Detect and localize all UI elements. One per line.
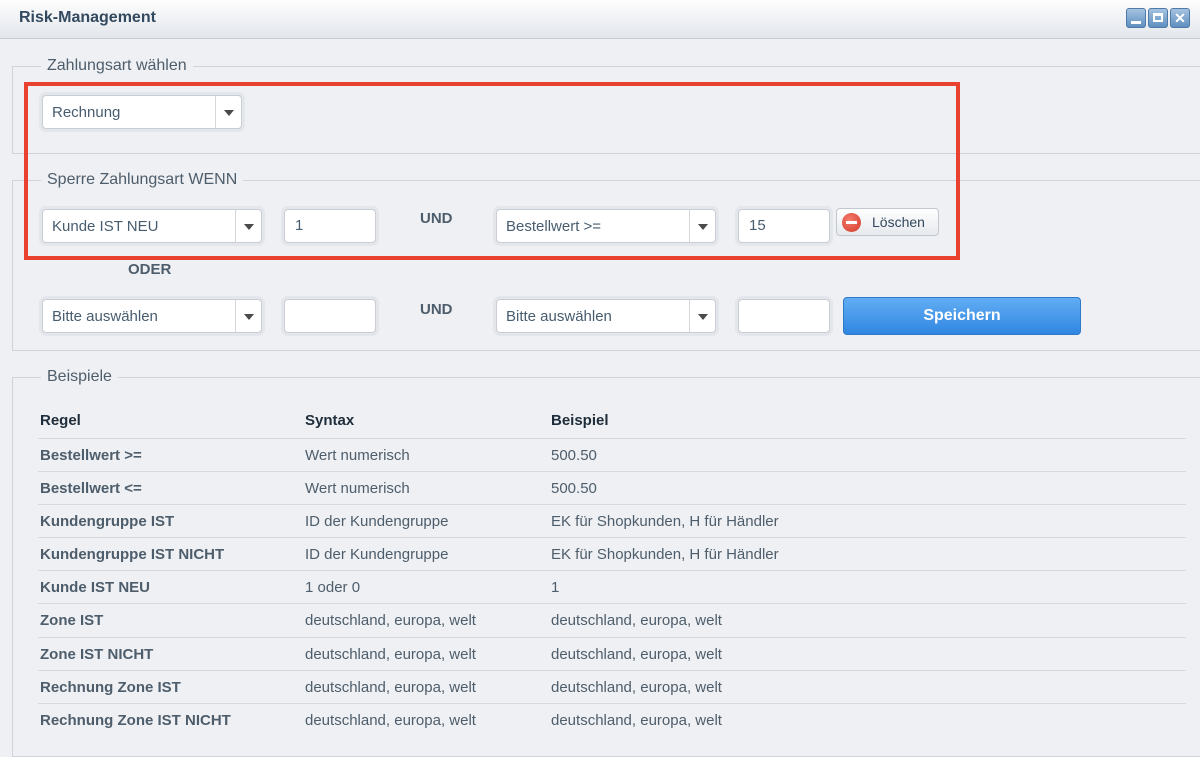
syntax-cell: 1 oder 0 bbox=[305, 579, 361, 596]
table-row: Kundengruppe IST ID der Kundengruppe EK … bbox=[38, 504, 1186, 538]
chevron-down-icon bbox=[689, 300, 715, 332]
rule2-condition1-select[interactable]: Bitte auswählen bbox=[42, 299, 262, 333]
rule-cell: Kundengruppe IST bbox=[40, 513, 175, 530]
table-row: Rechnung Zone IST deutschland, europa, w… bbox=[38, 670, 1186, 704]
example-cell: EK für Shopkunden, H für Händler bbox=[551, 546, 779, 563]
example-cell: deutschland, europa, welt bbox=[551, 679, 722, 696]
table-row: Bestellwert <= Wert numerisch 500.50 bbox=[38, 471, 1186, 505]
syntax-cell: ID der Kundengruppe bbox=[305, 513, 449, 530]
minimize-button[interactable] bbox=[1126, 8, 1146, 28]
syntax-cell: deutschland, europa, welt bbox=[305, 679, 476, 696]
rule1-condition2-select[interactable]: Bestellwert >= bbox=[496, 209, 716, 243]
block-rules-legend: Sperre Zahlungsart WENN bbox=[41, 170, 244, 190]
example-cell: EK für Shopkunden, H für Händler bbox=[551, 513, 779, 530]
rule2-value2-input[interactable] bbox=[738, 299, 830, 333]
table-row: Zone IST NICHT deutschland, europa, welt… bbox=[38, 637, 1186, 671]
table-row: Kunde IST NEU 1 oder 0 1 bbox=[38, 570, 1186, 604]
syntax-cell: deutschland, europa, welt bbox=[305, 646, 476, 663]
rule2-condition2-value: Bitte auswählen bbox=[506, 308, 612, 325]
payment-method-select[interactable]: Rechnung bbox=[42, 95, 242, 129]
close-button[interactable]: ✕ bbox=[1170, 8, 1190, 28]
chevron-down-icon bbox=[215, 96, 241, 128]
examples-legend: Beispiele bbox=[41, 367, 118, 387]
rule-cell: Zone IST NICHT bbox=[40, 646, 154, 663]
table-row: Zone IST deutschland, europa, welt deuts… bbox=[38, 603, 1186, 637]
syntax-cell: ID der Kundengruppe bbox=[305, 546, 449, 563]
chevron-down-icon bbox=[689, 210, 715, 242]
examples-header-example: Beispiel bbox=[551, 412, 609, 429]
rule-cell: Rechnung Zone IST bbox=[40, 679, 181, 696]
rule2-condition2-select[interactable]: Bitte auswählen bbox=[496, 299, 716, 333]
example-cell: 500.50 bbox=[551, 480, 597, 497]
example-cell: deutschland, europa, welt bbox=[551, 712, 722, 729]
rule2-condition1-value: Bitte auswählen bbox=[52, 308, 158, 325]
syntax-cell: deutschland, europa, welt bbox=[305, 612, 476, 629]
example-cell: deutschland, europa, welt bbox=[551, 612, 722, 629]
rule-cell: Kundengruppe IST NICHT bbox=[40, 546, 225, 563]
rule-cell: Rechnung Zone IST NICHT bbox=[40, 712, 231, 729]
close-icon: ✕ bbox=[1174, 10, 1186, 26]
syntax-cell: Wert numerisch bbox=[305, 480, 410, 497]
rule2-and-label: UND bbox=[420, 301, 453, 318]
maximize-icon bbox=[1153, 13, 1163, 22]
rule-cell: Kunde IST NEU bbox=[40, 579, 151, 596]
rule-cell: Bestellwert >= bbox=[40, 447, 142, 464]
delete-rule-label: Löschen bbox=[872, 214, 925, 230]
rule1-and-label: UND bbox=[420, 210, 453, 227]
chevron-down-icon bbox=[235, 210, 261, 242]
example-cell: 1 bbox=[551, 579, 560, 596]
example-cell: 500.50 bbox=[551, 447, 597, 464]
or-label: ODER bbox=[128, 261, 172, 278]
rule1-value2-input[interactable]: 15 bbox=[738, 209, 830, 243]
maximize-button[interactable] bbox=[1148, 8, 1168, 28]
rule1-value1-input[interactable]: 1 bbox=[284, 209, 376, 243]
syntax-cell: Wert numerisch bbox=[305, 447, 410, 464]
minus-circle-icon bbox=[842, 213, 861, 232]
rule1-condition1-select[interactable]: Kunde IST NEU bbox=[42, 209, 262, 243]
rule1-condition2-value: Bestellwert >= bbox=[506, 218, 602, 235]
window-title: Risk-Management bbox=[19, 9, 156, 26]
chevron-down-icon bbox=[235, 300, 261, 332]
rule-cell: Zone IST bbox=[40, 612, 104, 629]
table-row: Bestellwert >= Wert numerisch 500.50 bbox=[38, 438, 1186, 472]
save-button[interactable]: Speichern bbox=[843, 297, 1081, 335]
examples-header-rule: Regel bbox=[40, 412, 81, 429]
minimize-icon bbox=[1131, 21, 1141, 24]
window-titlebar: Risk-Management ✕ bbox=[0, 0, 1200, 39]
table-row: Rechnung Zone IST NICHT deutschland, eur… bbox=[38, 703, 1186, 737]
payment-method-legend: Zahlungsart wählen bbox=[41, 56, 193, 76]
rule2-value1-input[interactable] bbox=[284, 299, 376, 333]
syntax-cell: deutschland, europa, welt bbox=[305, 712, 476, 729]
delete-rule-button[interactable]: Löschen bbox=[836, 208, 939, 236]
payment-method-value: Rechnung bbox=[52, 104, 121, 121]
rule-cell: Bestellwert <= bbox=[40, 480, 142, 497]
examples-header-syntax: Syntax bbox=[305, 412, 355, 429]
table-row: Kundengruppe IST NICHT ID der Kundengrup… bbox=[38, 537, 1186, 571]
rule1-condition1-value: Kunde IST NEU bbox=[52, 218, 159, 235]
example-cell: deutschland, europa, welt bbox=[551, 646, 722, 663]
